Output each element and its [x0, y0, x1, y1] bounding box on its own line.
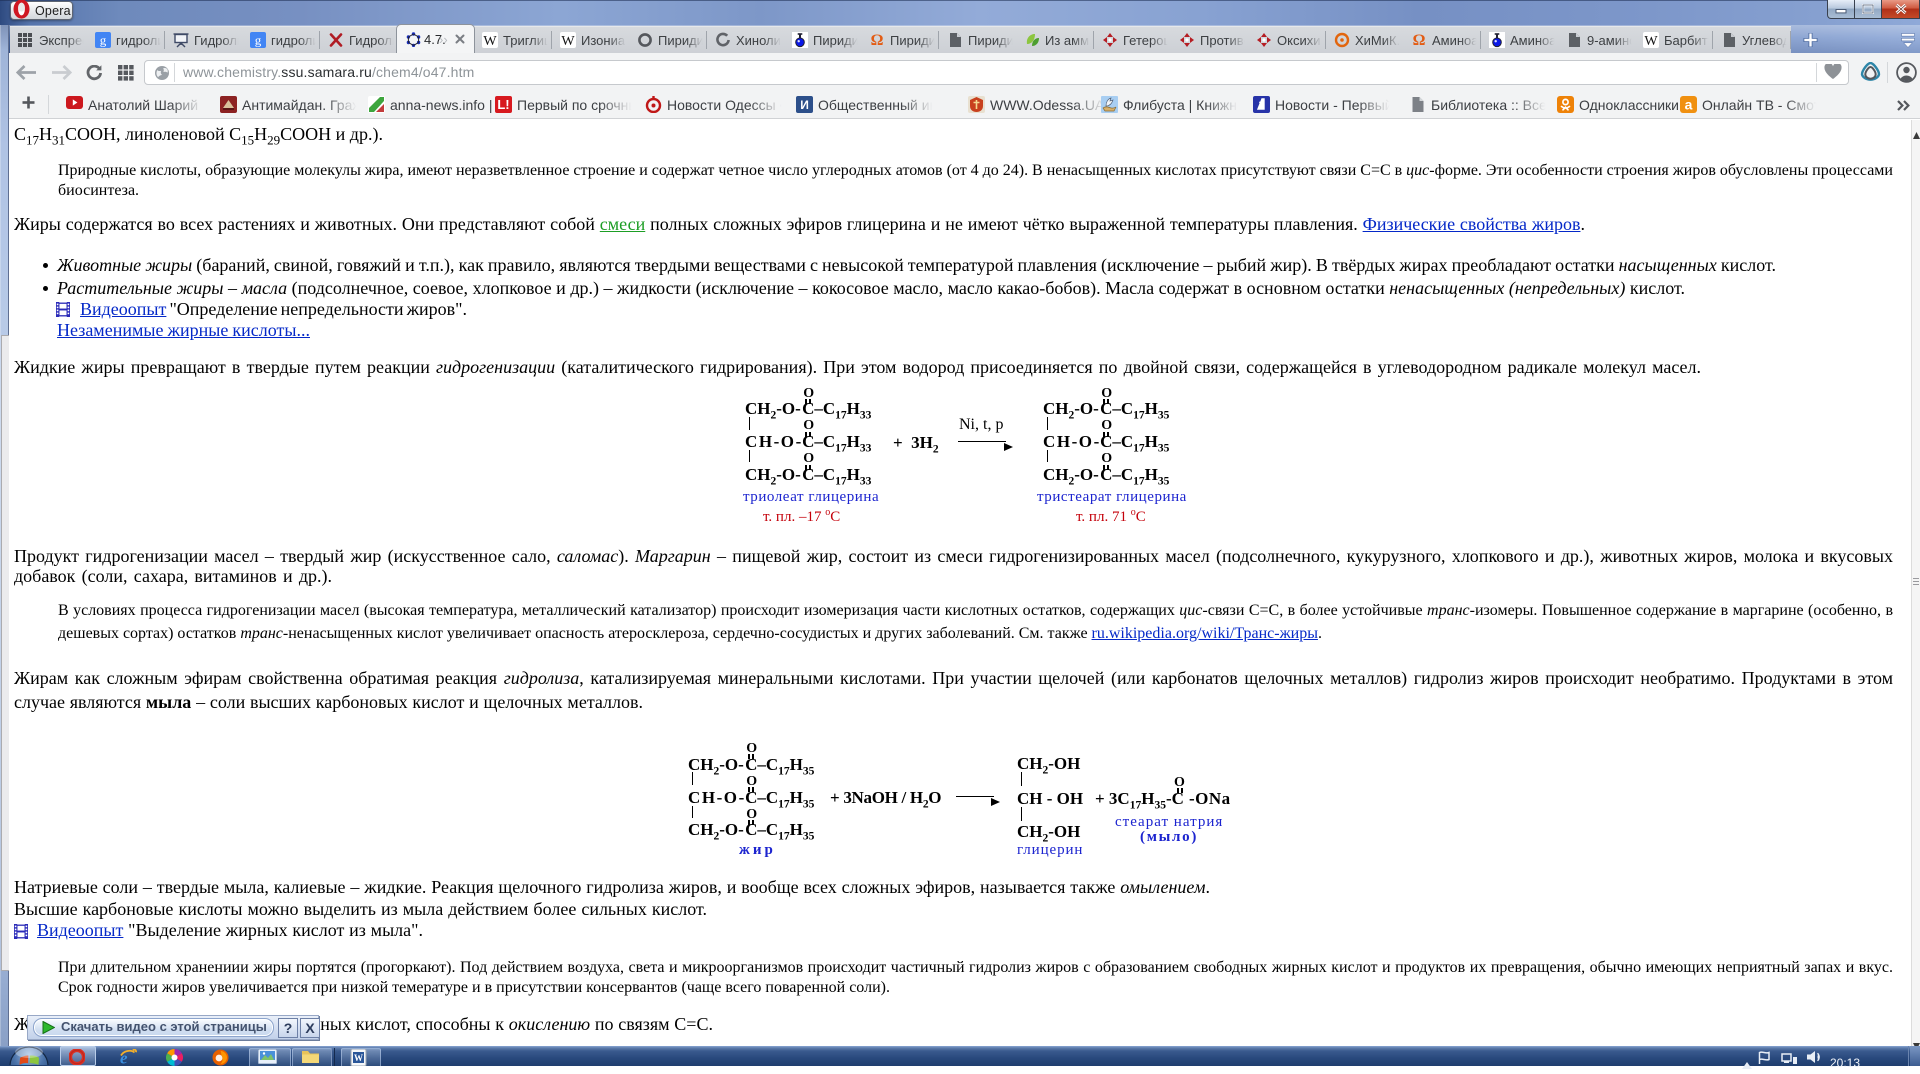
svg-text:L!: L!	[497, 97, 509, 112]
svg-text:a: a	[1685, 96, 1693, 112]
svg-text:Ω: Ω	[871, 32, 884, 48]
svg-text:W: W	[1644, 34, 1658, 48]
svg-text:W: W	[483, 34, 497, 48]
svg-text:Ω: Ω	[1413, 32, 1426, 48]
svg-text:g: g	[255, 33, 262, 48]
svg-text:И: И	[800, 98, 809, 112]
svg-text:W: W	[354, 1053, 363, 1063]
svg-text:W: W	[561, 34, 575, 48]
svg-text:g: g	[100, 33, 107, 48]
